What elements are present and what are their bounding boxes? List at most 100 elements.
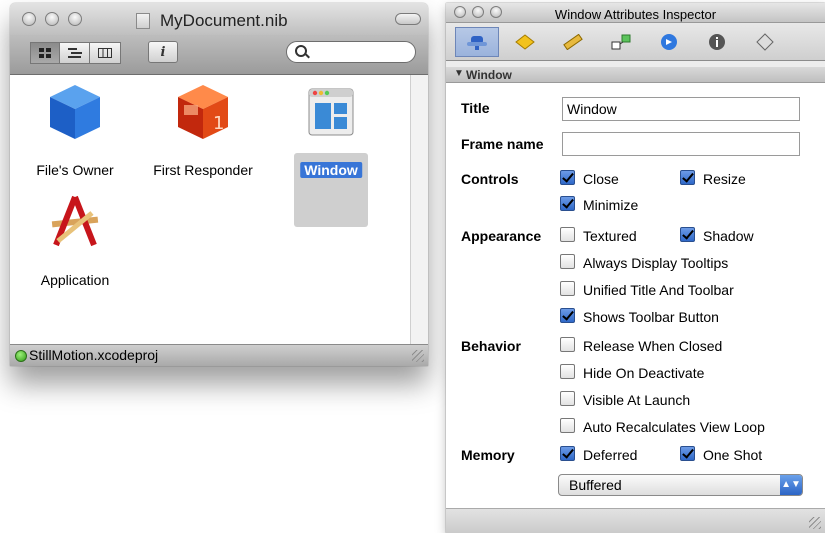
inspector-window: Window Attributes Inspector ▼ Window Tit… xyxy=(446,3,825,533)
script-icon xyxy=(756,33,774,51)
hide-option-label: Hide On Deactivate xyxy=(583,365,705,381)
inspector-title: Window Attributes Inspector xyxy=(554,7,717,22)
tab-connections[interactable] xyxy=(599,27,643,57)
icon-view-button[interactable] xyxy=(30,42,60,64)
auto-recalc-checkbox[interactable] xyxy=(560,418,575,433)
resize-grip-icon[interactable] xyxy=(412,350,424,362)
tooltips-option-label: Always Display Tooltips xyxy=(583,255,729,271)
icon-view-icon xyxy=(39,48,51,58)
inspector-bottom-bar xyxy=(446,508,825,533)
section-title: Window xyxy=(466,68,512,82)
frame-name-label: Frame name xyxy=(461,136,544,152)
identity-icon xyxy=(709,34,725,50)
document-icon xyxy=(136,13,150,29)
effects-icon xyxy=(515,34,535,50)
vertical-scrollbar[interactable] xyxy=(410,75,428,344)
search-icon xyxy=(295,45,307,57)
one-shot-checkbox[interactable] xyxy=(680,446,695,461)
application-item[interactable]: Application xyxy=(41,193,109,288)
resize-grip-icon[interactable] xyxy=(809,517,821,529)
item-label: Window xyxy=(300,162,362,178)
nib-titlebar: MyDocument.nib xyxy=(10,3,428,35)
attributes-icon xyxy=(467,36,487,50)
textured-option-label: Textured xyxy=(583,228,637,244)
ruler-icon xyxy=(563,34,583,50)
disclosure-triangle-icon: ▼ xyxy=(454,68,464,79)
inspector-titlebar: Window Attributes Inspector xyxy=(446,3,825,23)
attributes-panel: Title Window Frame name Controls Close R… xyxy=(446,83,825,508)
tab-size[interactable] xyxy=(551,27,595,57)
inspector-tabs xyxy=(446,23,825,61)
popup-arrows-icon: ▲▼ xyxy=(780,475,802,495)
unified-option-label: Unified Title And Toolbar xyxy=(583,282,734,298)
backing-store-popup[interactable]: Buffered ▲▼ xyxy=(558,474,803,496)
column-view-icon xyxy=(98,48,112,58)
search-input[interactable] xyxy=(286,41,416,63)
files-owner-item[interactable]: File's Owner xyxy=(36,83,114,178)
close-option-label: Close xyxy=(583,171,619,187)
deferred-option-label: Deferred xyxy=(583,447,638,463)
appearance-label: Appearance xyxy=(461,228,542,244)
list-view-icon xyxy=(67,48,82,58)
textured-checkbox[interactable] xyxy=(560,227,575,242)
item-label: First Responder xyxy=(153,162,253,178)
status-indicator-icon xyxy=(15,350,27,362)
hide-checkbox[interactable] xyxy=(560,364,575,379)
toolbar-toggle-button[interactable] xyxy=(395,13,421,25)
toolbar-button-checkbox[interactable] xyxy=(560,308,575,323)
tab-identity[interactable] xyxy=(695,27,739,57)
backing-store-value: Buffered xyxy=(569,477,622,493)
one-shot-option-label: One Shot xyxy=(703,447,763,463)
shadow-checkbox[interactable] xyxy=(680,227,695,242)
minimize-option-label: Minimize xyxy=(583,197,639,213)
title-label: Title xyxy=(461,100,490,116)
visible-option-label: Visible At Launch xyxy=(583,392,691,408)
column-view-button[interactable] xyxy=(89,42,121,64)
item-label: File's Owner xyxy=(36,162,114,178)
nib-content-area: File's Owner 1 First Responder Window Ap… xyxy=(10,75,428,344)
release-checkbox[interactable] xyxy=(560,337,575,352)
tab-bindings[interactable] xyxy=(647,27,691,57)
minimize-window-button[interactable] xyxy=(45,12,59,26)
resize-option-label: Resize xyxy=(703,171,746,187)
tab-effects[interactable] xyxy=(503,27,547,57)
resize-checkbox[interactable] xyxy=(680,170,695,185)
project-name: StillMotion.xcodeproj xyxy=(29,347,159,363)
title-field[interactable]: Window xyxy=(562,97,800,121)
application-icon xyxy=(51,195,99,247)
controls-label: Controls xyxy=(461,171,519,187)
section-header[interactable]: ▼ Window xyxy=(446,67,825,83)
frame-name-field[interactable] xyxy=(562,132,800,156)
memory-label: Memory xyxy=(461,447,515,463)
visible-checkbox[interactable] xyxy=(560,391,575,406)
svg-text:1: 1 xyxy=(213,113,224,134)
release-option-label: Release When Closed xyxy=(583,338,723,354)
info-icon: i xyxy=(160,44,166,60)
shadow-option-label: Shadow xyxy=(703,228,754,244)
deferred-checkbox[interactable] xyxy=(560,446,575,461)
bindings-icon xyxy=(661,34,677,50)
unified-checkbox[interactable] xyxy=(560,281,575,296)
minimize-checkbox[interactable] xyxy=(560,196,575,211)
red-cube-icon: 1 xyxy=(178,85,228,139)
auto-recalc-option-label: Auto Recalculates View Loop xyxy=(583,419,765,435)
info-button[interactable]: i xyxy=(148,41,178,63)
window-item[interactable]: Window xyxy=(300,87,362,178)
connections-icon xyxy=(611,34,631,50)
behavior-label: Behavior xyxy=(461,338,521,354)
nib-window-title: MyDocument.nib xyxy=(160,11,288,30)
first-responder-item[interactable]: 1 First Responder xyxy=(153,83,253,178)
status-bar: StillMotion.xcodeproj xyxy=(10,344,428,366)
blue-cube-icon xyxy=(50,85,100,139)
tooltips-checkbox[interactable] xyxy=(560,254,575,269)
tab-attributes[interactable] xyxy=(455,27,499,57)
toolbar-button-option-label: Shows Toolbar Button xyxy=(583,309,719,325)
close-checkbox[interactable] xyxy=(560,170,575,185)
close-window-button[interactable] xyxy=(22,12,36,26)
nib-document-window: MyDocument.nib i File's Owner 1 First Re… xyxy=(10,3,428,366)
tab-applescript[interactable] xyxy=(743,27,787,57)
list-view-button[interactable] xyxy=(59,42,90,64)
zoom-window-button[interactable] xyxy=(68,12,82,26)
item-label: Application xyxy=(40,272,110,288)
window-icon xyxy=(308,88,354,136)
